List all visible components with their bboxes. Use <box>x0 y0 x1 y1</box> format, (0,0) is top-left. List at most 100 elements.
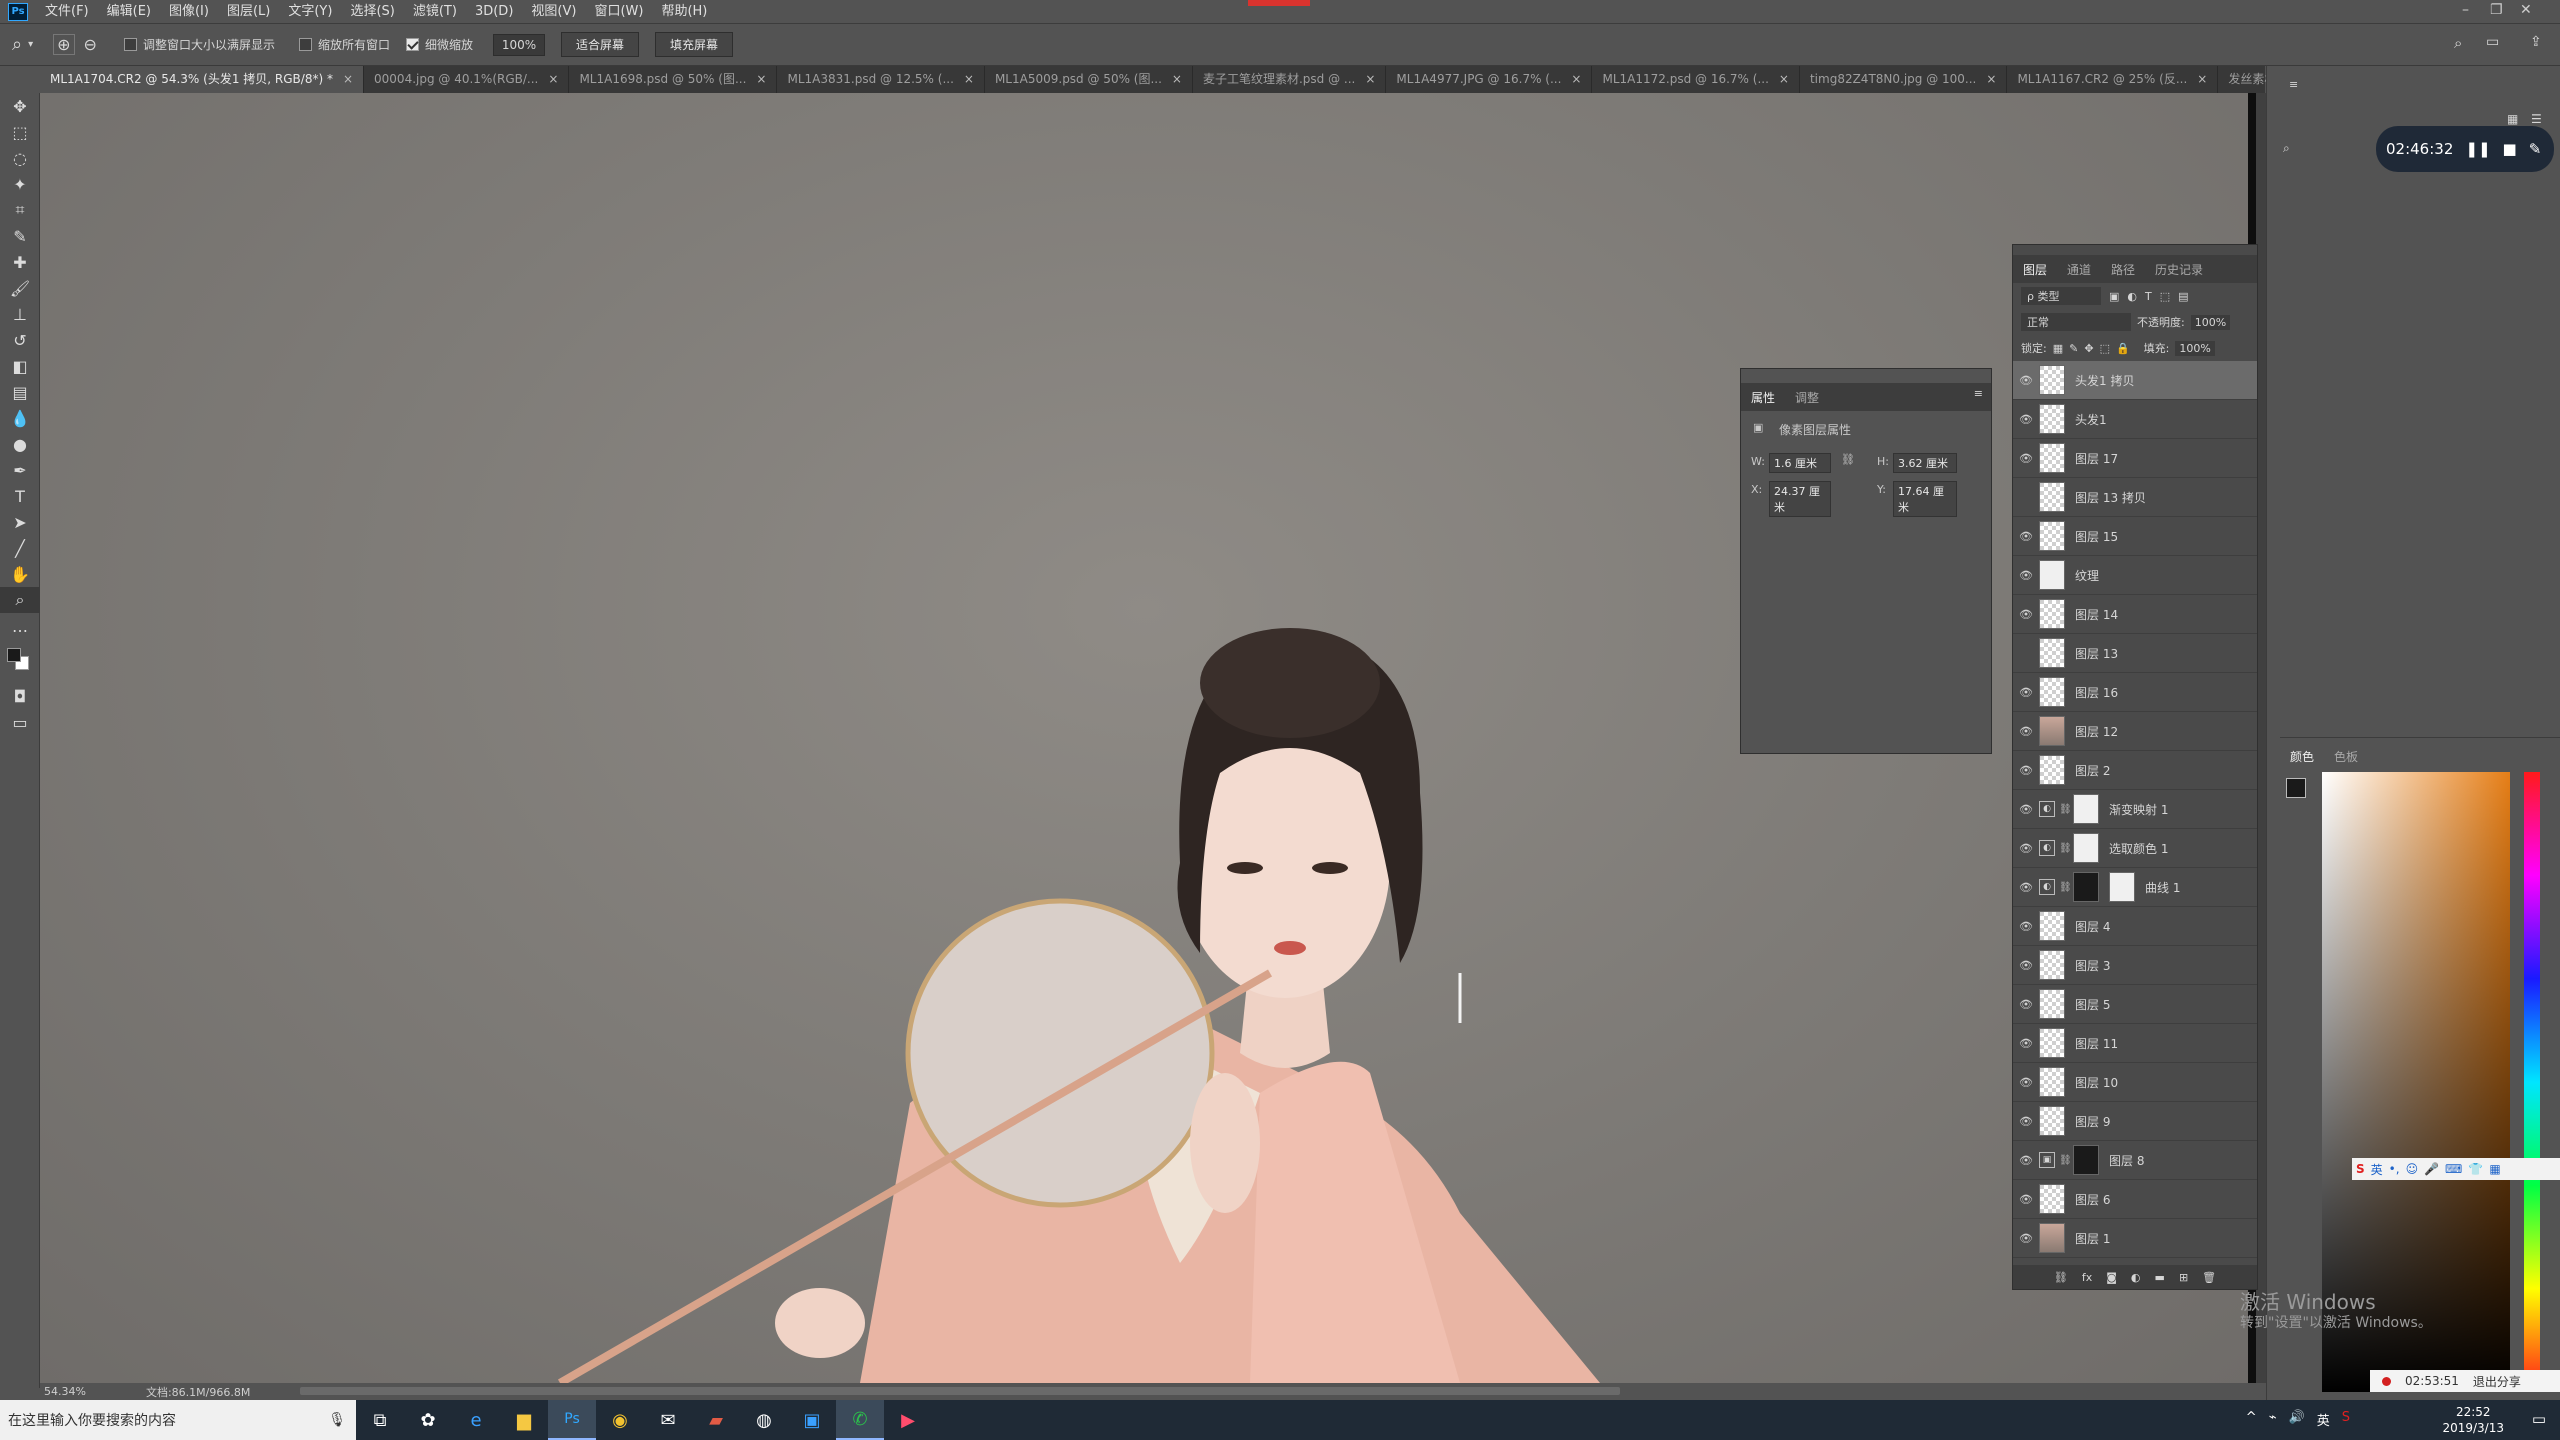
new-layer-icon[interactable]: ⊞ <box>2179 1271 2188 1284</box>
layer-name[interactable]: 图层 13 拷贝 <box>2075 489 2146 506</box>
delete-layer-icon[interactable]: 🗑 <box>2202 1271 2216 1284</box>
pen-tool-icon[interactable]: ✒ <box>0 457 40 483</box>
marquee-tool-icon[interactable]: ⬚ <box>0 119 40 145</box>
visibility-eye-icon[interactable]: 👁 <box>2013 413 2039 426</box>
visibility-eye-icon[interactable]: 👁 <box>2013 1154 2039 1167</box>
layer-row[interactable]: 图层 13 拷贝 <box>2013 478 2257 517</box>
layer-thumbnail[interactable] <box>2039 638 2065 668</box>
layer-row[interactable]: 👁 头发1 <box>2013 400 2257 439</box>
magic-wand-tool-icon[interactable]: ✦ <box>0 171 40 197</box>
menu-file[interactable]: 文件(F) <box>36 0 98 24</box>
layer-mask-thumbnail[interactable] <box>2109 872 2135 902</box>
zoom-percent-field[interactable]: 100% <box>492 33 545 56</box>
app-icon[interactable]: ◍ <box>740 1400 788 1440</box>
lasso-tool-icon[interactable]: ◌ <box>0 145 40 171</box>
link-layers-icon[interactable]: ⛓ <box>2054 1271 2068 1284</box>
chevron-down-icon[interactable]: ▾ <box>28 39 33 50</box>
horizontal-scrollbar[interactable] <box>300 1387 1620 1395</box>
ime-indicator-icon[interactable]: 英 <box>2317 1410 2330 1429</box>
layer-name[interactable]: 图层 5 <box>2075 996 2110 1013</box>
layer-name[interactable]: 曲线 1 <box>2145 879 2180 896</box>
add-mask-icon[interactable]: ◙ <box>2106 1271 2117 1284</box>
collapse-icon[interactable]: ≡ <box>2289 78 2298 91</box>
hue-slider[interactable] <box>2524 772 2540 1392</box>
scrubby-zoom-checkbox[interactable]: 细微缩放 <box>405 36 473 53</box>
volume-icon[interactable]: 🔊 <box>2289 1410 2305 1429</box>
menu-layer[interactable]: 图层(L) <box>218 0 279 24</box>
zoom-tool-icon[interactable]: ⌕ <box>12 34 22 55</box>
checkbox-box[interactable] <box>123 38 137 51</box>
keyboard-icon[interactable]: ⌨ <box>2445 1162 2462 1176</box>
layer-name[interactable]: 图层 4 <box>2075 918 2110 935</box>
layer-thumbnail[interactable] <box>2073 794 2099 824</box>
new-group-icon[interactable]: ▬ <box>2155 1271 2165 1284</box>
workspace-icon[interactable]: ▭ <box>2486 34 2499 50</box>
menu-image[interactable]: 图像(I) <box>160 0 218 24</box>
eraser-tool-icon[interactable]: ◧ <box>0 353 40 379</box>
document-tab[interactable]: ML1A5009.psd @ 50% (图... × <box>985 66 1193 93</box>
blur-tool-icon[interactable]: 💧 <box>0 405 40 431</box>
zoom-in-icon[interactable]: ⊕ <box>53 34 75 55</box>
taskbar-search-box[interactable]: 在这里输入你要搜索的内容 🎙 <box>0 1400 356 1440</box>
document-tab[interactable]: 麦子工笔纹理素材.psd @ ... × <box>1193 66 1387 93</box>
layer-row[interactable]: 👁 图层 10 <box>2013 1063 2257 1102</box>
more-tools-icon[interactable]: … <box>0 613 40 639</box>
checkbox-box[interactable] <box>298 38 312 51</box>
filter-pixel-icon[interactable]: ▣ <box>2109 290 2119 303</box>
grid-icon[interactable]: ▦ <box>2489 1162 2500 1176</box>
layer-filter-select[interactable]: ρ 类型 <box>2021 287 2101 305</box>
document-tab[interactable]: ML1A4977.JPG @ 16.7% (... × <box>1386 66 1593 93</box>
exit-share-button[interactable]: 退出分享 <box>2473 1373 2521 1390</box>
layer-name[interactable]: 头发1 拷贝 <box>2075 372 2134 389</box>
visibility-eye-icon[interactable]: 👁 <box>2013 608 2039 621</box>
visibility-eye-icon[interactable]: 👁 <box>2013 452 2039 465</box>
screen-mode-icon[interactable]: ▭ <box>0 709 40 735</box>
layer-name[interactable]: 图层 17 <box>2075 450 2118 467</box>
task-view-icon[interactable]: ⧉ <box>356 1400 404 1440</box>
healing-brush-tool-icon[interactable]: ✚ <box>0 249 40 275</box>
line-tool-icon[interactable]: ╱ <box>0 535 40 561</box>
layer-row[interactable]: 👁 图层 4 <box>2013 907 2257 946</box>
layer-thumbnail[interactable] <box>2039 365 2065 395</box>
layer-row[interactable]: 图层 13 <box>2013 634 2257 673</box>
close-tab-icon[interactable]: × <box>1571 66 1581 93</box>
layer-thumbnail[interactable] <box>2039 599 2065 629</box>
menu-type[interactable]: 文字(Y) <box>279 0 341 24</box>
layer-name[interactable]: 图层 14 <box>2075 606 2118 623</box>
zoom-out-icon[interactable]: ⊖ <box>81 35 100 54</box>
stop-icon[interactable]: ■ <box>2503 140 2517 158</box>
document-tab[interactable]: ML1A1167.CR2 @ 25% (反... × <box>2007 66 2219 93</box>
layer-row[interactable]: 👁 图层 6 <box>2013 1180 2257 1219</box>
close-tab-icon[interactable]: × <box>1172 66 1182 93</box>
layer-row[interactable]: 👁 图层 16 <box>2013 673 2257 712</box>
close-tab-icon[interactable]: × <box>756 66 766 93</box>
eyedropper-tool-icon[interactable]: ✎ <box>0 223 40 249</box>
visibility-eye-icon[interactable]: 👁 <box>2013 1232 2039 1245</box>
filter-adjust-icon[interactable]: ◐ <box>2127 290 2137 303</box>
layer-thumbnail[interactable] <box>2039 677 2065 707</box>
document-tab[interactable]: timg82Z4T8N0.jpg @ 100... × <box>1800 66 2008 93</box>
visibility-eye-icon[interactable]: 👁 <box>2013 530 2039 543</box>
close-tab-icon[interactable]: × <box>1986 66 1996 93</box>
color-swatches-icon[interactable] <box>0 639 40 683</box>
layer-thumbnail[interactable] <box>2039 1028 2065 1058</box>
path-selection-tool-icon[interactable]: ➤ <box>0 509 40 535</box>
tab-channels[interactable]: 通道 <box>2057 261 2101 278</box>
visibility-eye-icon[interactable]: 👁 <box>2013 881 2039 894</box>
notification-icon[interactable]: ▭ <box>2532 1410 2546 1428</box>
hand-tool-icon[interactable]: ✋ <box>0 561 40 587</box>
crop-tool-icon[interactable]: ⌗ <box>0 197 40 223</box>
layer-row[interactable]: 👁 ◐ ⛓ 选取颜色 1 <box>2013 829 2257 868</box>
layer-row[interactable]: 👁 ▣ ⛓ 图层 8 <box>2013 1141 2257 1180</box>
visibility-eye-icon[interactable]: 👁 <box>2013 998 2039 1011</box>
move-tool-icon[interactable]: ✥ <box>0 93 40 119</box>
menu-window[interactable]: 窗口(W) <box>585 0 652 24</box>
document-tab[interactable]: ML1A1172.psd @ 16.7% (... × <box>1592 66 1800 93</box>
document-tab[interactable]: ML1A1704.CR2 @ 54.3% (头发1 拷贝, RGB/8*) * × <box>40 66 365 93</box>
close-tab-icon[interactable]: × <box>343 66 353 93</box>
blend-mode-select[interactable]: 正常 <box>2021 313 2131 331</box>
close-tab-icon[interactable]: × <box>548 66 558 93</box>
layer-thumbnail[interactable] <box>2039 482 2065 512</box>
app-icon[interactable]: ▶ <box>884 1400 932 1440</box>
layer-name[interactable]: 图层 8 <box>2109 1152 2144 1169</box>
